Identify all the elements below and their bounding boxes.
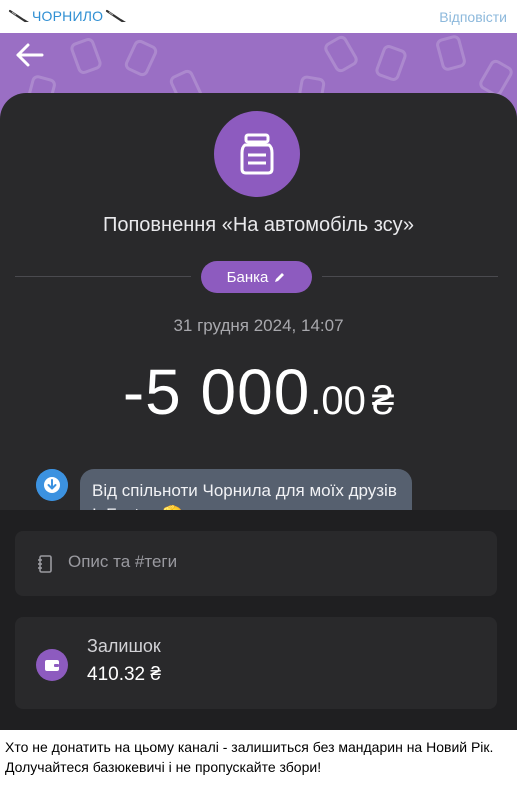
balance-label: Залишок <box>87 636 161 656</box>
channel-title[interactable]: ЧОРНИЛО <box>8 8 127 24</box>
channel-name[interactable]: ЧОРНИЛО <box>32 8 103 24</box>
transaction-amount: -5 000.00 ₴ <box>0 355 517 429</box>
pencil-icon <box>275 273 285 282</box>
jar-icon <box>240 133 274 175</box>
reply-button[interactable]: Відповісти <box>439 9 507 25</box>
arrow-left-icon[interactable] <box>14 39 46 71</box>
balance-value: 410.32 ₴ <box>87 664 161 685</box>
download-arrow-icon <box>36 469 68 501</box>
category-label: Банка <box>226 268 269 286</box>
currency-symbol: ₴ <box>371 379 395 423</box>
wallet-badge <box>36 649 68 681</box>
amount-cents: .00 <box>310 379 366 423</box>
transaction-date: 31 грудня 2024, 14:07 <box>173 316 344 335</box>
category-chip[interactable]: Банка <box>201 261 312 293</box>
caption-line-1: Хто не донатить на цьому каналі - залиши… <box>5 739 494 755</box>
wallet-icon <box>45 660 59 671</box>
caption-line-2: Долучайтеся базюкевичі і не пропускайте … <box>5 759 322 775</box>
notes-label: Опис та #теги <box>68 552 178 571</box>
transaction-title: Поповнення «На автомобіль зсу» <box>102 214 415 236</box>
notebook-icon <box>38 555 52 573</box>
post-header: ЧОРНИЛО Відповісти <box>0 0 517 33</box>
amount-main: -5 000 <box>122 356 311 428</box>
divider-right <box>322 276 498 277</box>
jar-badge <box>214 111 300 197</box>
divider-left <box>15 276 191 277</box>
post-caption: Хто не донатить на цьому каналі - залиши… <box>5 737 512 777</box>
notes-row[interactable]: Опис та #теги <box>15 531 497 596</box>
fountain-pen-icon <box>8 9 29 23</box>
fountain-pen-icon <box>106 9 127 23</box>
transaction-card: Поповнення «На автомобіль зсу» Банка 31 … <box>0 93 517 536</box>
balance-row: Залишок 410.32 ₴ <box>15 617 497 709</box>
transaction-screenshot: Поповнення «На автомобіль зсу» Банка 31 … <box>0 33 517 730</box>
